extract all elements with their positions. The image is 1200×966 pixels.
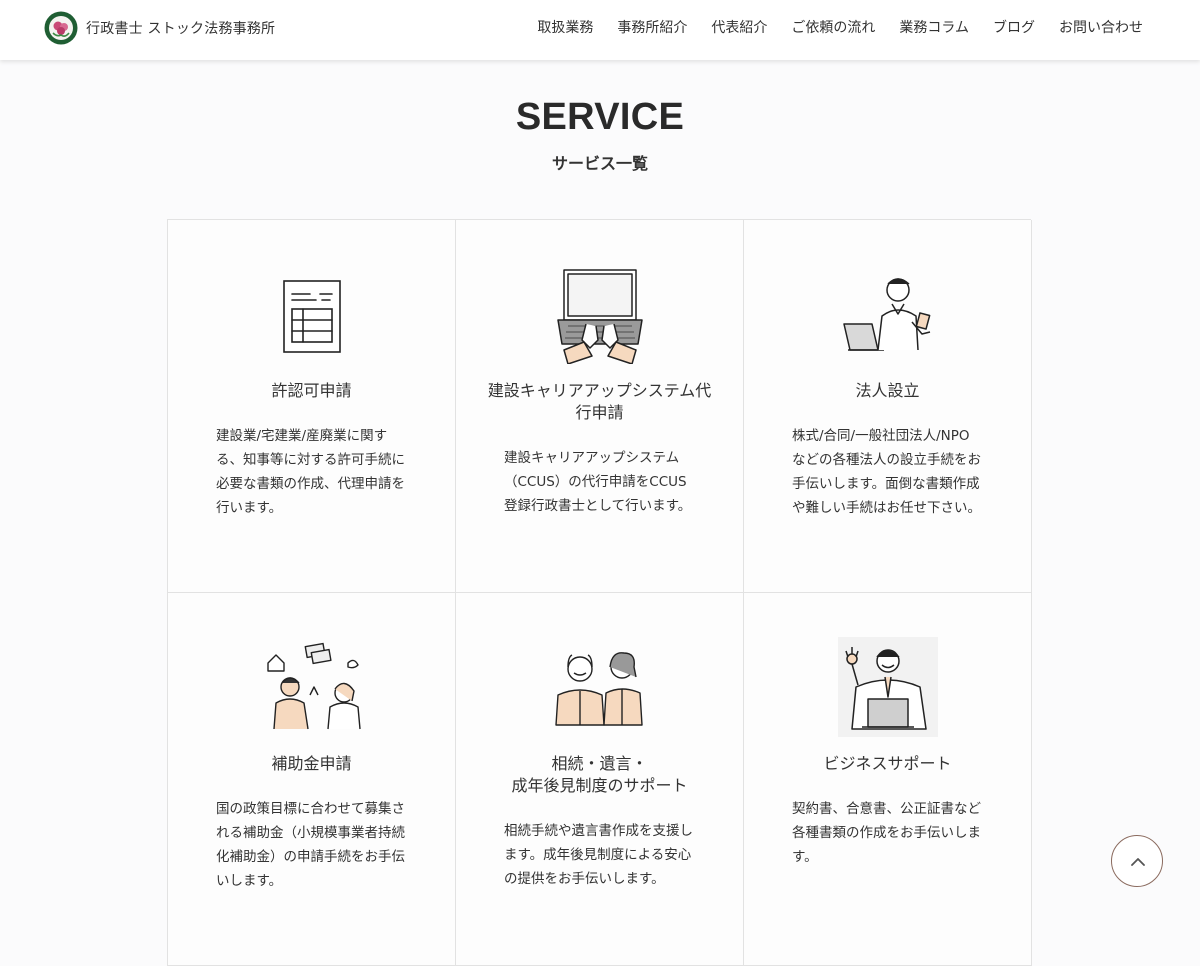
nav-representative[interactable]: 代表紹介 xyxy=(711,17,767,37)
nav-flow[interactable]: ご依頼の流れ xyxy=(791,17,875,37)
person-with-laptop-icon xyxy=(838,264,938,364)
elderly-couple-icon xyxy=(550,637,650,737)
logo-emblem-icon xyxy=(44,11,78,45)
nav-contact[interactable]: お問い合わせ xyxy=(1059,17,1143,37)
service-description: 国の政策目標に合わせて募集される補助金（小規模事業者持続化補助金）の申請手続をお… xyxy=(216,801,405,889)
nav-services[interactable]: 取扱業務 xyxy=(537,17,593,37)
nav-column[interactable]: 業務コラム xyxy=(899,17,969,37)
chevron-up-icon xyxy=(1131,858,1145,866)
service-grid: 許認可申請 建設業/宅建業/産廃業に関する、知事等に対する許可手続に必要な書類の… xyxy=(167,219,1032,966)
service-card-subsidy[interactable]: 補助金申請 国の政策目標に合わせて募集される補助金（小規模事業者持続化補助金）の… xyxy=(168,593,456,966)
nav-blog[interactable]: ブログ xyxy=(993,17,1035,37)
site-logo[interactable]: 行政書士 ストック法務事務所 xyxy=(44,10,276,46)
laptop-typing-icon xyxy=(550,264,650,364)
service-title: 相続・遺言・ 成年後見制度のサポート xyxy=(511,754,688,795)
site-header: 行政書士 ストック法務事務所 取扱業務 事務所紹介 代表紹介 ご依頼の流れ 業務… xyxy=(0,0,1200,60)
section-subtitle: サービス一覧 xyxy=(551,154,648,173)
service-card-business-support[interactable]: ビジネスサポート 契約書、合意書、公正証書など各種書類の作成をお手伝いします。 xyxy=(744,593,1032,966)
service-card-permits[interactable]: 許認可申請 建設業/宅建業/産廃業に関する、知事等に対する許可手続に必要な書類の… xyxy=(168,220,456,593)
service-title: 法人設立 xyxy=(855,381,920,400)
service-description: 株式/合同/一般社団法人/NPOなどの各種法人の設立手続をお手伝いします。面倒な… xyxy=(792,428,981,516)
couple-subsidy-icon xyxy=(262,637,362,737)
document-form-icon xyxy=(262,264,362,364)
service-card-ccus[interactable]: 建設キャリアアップシステム代行申請 建設キャリアアップシステム（CCUS）の代行… xyxy=(456,220,744,593)
nav-office[interactable]: 事務所紹介 xyxy=(617,17,687,37)
service-title: 建設キャリアアップシステム代行申請 xyxy=(487,381,712,422)
service-description: 相続手続や遺言書作成を支援します。成年後見制度による安心の提供をお手伝いします。 xyxy=(504,823,693,887)
main-nav: 取扱業務 事務所紹介 代表紹介 ご依頼の流れ 業務コラム ブログ お問い合わせ xyxy=(513,17,1143,37)
service-card-inheritance[interactable]: 相続・遺言・ 成年後見制度のサポート 相続手続や遺言書作成を支援します。成年後見… xyxy=(456,593,744,966)
service-description: 建設キャリアアップシステム（CCUS）の代行申請をCCUS登録行政書士として行い… xyxy=(504,450,692,514)
businessman-ok-icon xyxy=(838,637,938,737)
service-card-incorporation[interactable]: 法人設立 株式/合同/一般社団法人/NPOなどの各種法人の設立手続をお手伝いしま… xyxy=(744,220,1032,593)
logo-text: 行政書士 ストック法務事務所 xyxy=(86,21,276,37)
back-to-top-button[interactable] xyxy=(1111,835,1163,887)
service-description: 契約書、合意書、公正証書など各種書類の作成をお手伝いします。 xyxy=(792,801,981,865)
section-title: SERVICE xyxy=(515,96,685,138)
service-title: ビジネスサポート xyxy=(823,754,952,773)
service-description: 建設業/宅建業/産廃業に関する、知事等に対する許可手続に必要な書類の作成、代理申… xyxy=(216,428,405,516)
service-title: 許認可申請 xyxy=(271,381,352,400)
service-title: 補助金申請 xyxy=(271,754,352,773)
